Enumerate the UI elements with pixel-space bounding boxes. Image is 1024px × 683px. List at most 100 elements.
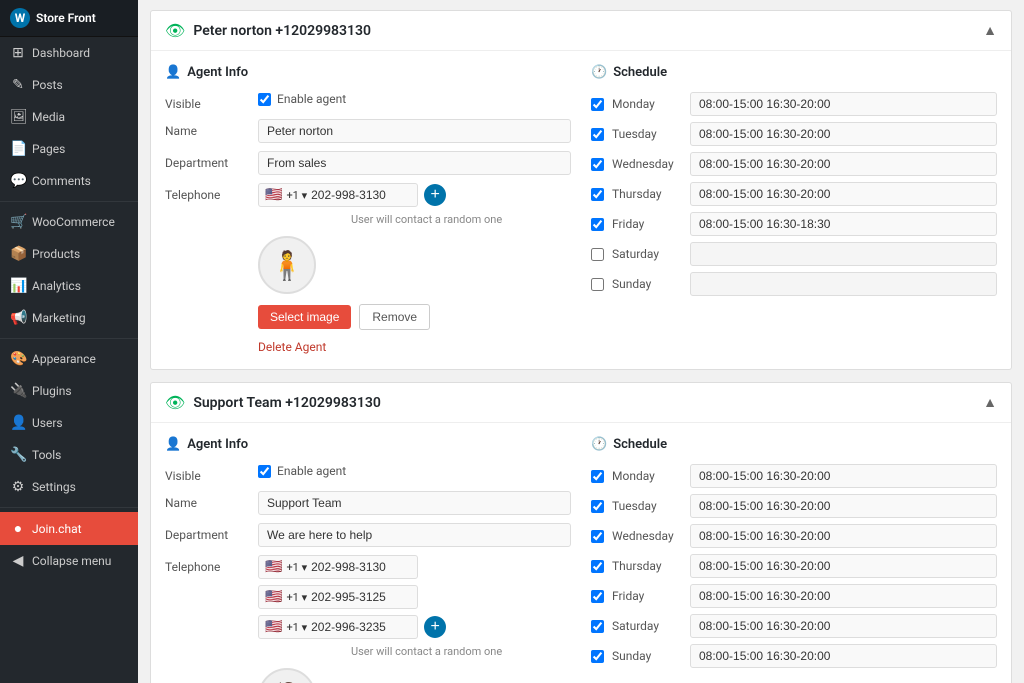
telephone-row-support: Telephone 🇺🇸 +1 ▾ 🇺🇸 — [165, 555, 571, 658]
thursday-label-peter: Thursday — [612, 187, 682, 201]
sidebar-label-joinchat: Join.chat — [32, 522, 82, 536]
department-input-peter[interactable] — [258, 151, 571, 175]
visible-label-support: Visible — [165, 464, 250, 483]
agent-header-title-peter: Peter norton +12029983130 — [193, 23, 371, 39]
friday-checkbox-peter[interactable] — [591, 218, 604, 231]
sidebar-item-media[interactable]: 🖼 Media — [0, 101, 138, 133]
wednesday-checkbox-support[interactable] — [591, 530, 604, 543]
remove-button-peter[interactable]: Remove — [359, 304, 430, 330]
sidebar-item-tools[interactable]: 🔧 Tools — [0, 439, 138, 471]
thursday-time-support[interactable] — [690, 554, 997, 578]
sidebar-item-dashboard[interactable]: ⊞ Dashboard — [0, 37, 138, 69]
schedule-row-friday-peter: Friday — [591, 212, 997, 236]
random-note-support: User will contact a random one — [351, 645, 502, 658]
site-header: W Store Front — [0, 0, 138, 37]
wednesday-checkbox-peter[interactable] — [591, 158, 604, 171]
phone-number-1-support[interactable] — [311, 560, 411, 574]
sidebar-item-posts[interactable]: ✎ Posts — [0, 69, 138, 101]
sidebar-item-settings[interactable]: ⚙ Settings — [0, 471, 138, 503]
analytics-icon: 📊 — [10, 278, 26, 294]
sidebar-item-comments[interactable]: 💬 Comments — [0, 165, 138, 197]
schedule-row-saturday-support: Saturday — [591, 614, 997, 638]
monday-time-support[interactable] — [690, 464, 997, 488]
marketing-icon: 📢 — [10, 310, 26, 326]
phone-number-2-support[interactable] — [311, 590, 411, 604]
tuesday-time-peter[interactable] — [690, 122, 997, 146]
visible-checkbox-row-peter: Enable agent — [258, 92, 346, 106]
department-row-support: Department — [165, 523, 571, 547]
wednesday-time-support[interactable] — [690, 524, 997, 548]
saturday-time-peter[interactable] — [690, 242, 997, 266]
schedule-section-title-peter: 🕐 Schedule — [591, 65, 997, 80]
saturday-checkbox-support[interactable] — [591, 620, 604, 633]
collapse-button-support[interactable]: ▲ — [983, 394, 997, 411]
collapse-button-peter[interactable]: ▲ — [983, 22, 997, 39]
saturday-checkbox-peter[interactable] — [591, 248, 604, 261]
phone-flag-input-1-peter: 🇺🇸 +1 ▾ — [258, 183, 418, 207]
friday-checkbox-support[interactable] — [591, 590, 604, 603]
tuesday-checkbox-peter[interactable] — [591, 128, 604, 141]
friday-time-support[interactable] — [690, 584, 997, 608]
sunday-checkbox-support[interactable] — [591, 650, 604, 663]
saturday-label-support: Saturday — [612, 619, 682, 633]
sunday-time-peter[interactable] — [690, 272, 997, 296]
phone-number-1-peter[interactable] — [311, 188, 411, 202]
sidebar-item-plugins[interactable]: 🔌 Plugins — [0, 375, 138, 407]
sidebar-item-collapse[interactable]: ◀ Collapse menu — [0, 545, 138, 577]
select-image-button-peter[interactable]: Select image — [258, 305, 351, 329]
phone-number-3-support[interactable] — [311, 620, 411, 634]
thursday-time-peter[interactable] — [690, 182, 997, 206]
name-input-support[interactable] — [258, 491, 571, 515]
main-content: 👁 Peter norton +12029983130 ▲ 👤 Agent In… — [138, 0, 1024, 683]
phone-row-1-support: 🇺🇸 +1 ▾ — [258, 555, 502, 579]
add-phone-button-peter[interactable]: + — [424, 184, 446, 206]
delete-agent-link-peter[interactable]: Delete Agent — [258, 340, 326, 354]
phone-flag-input-3-support: 🇺🇸 +1 ▾ — [258, 615, 418, 639]
wednesday-time-peter[interactable] — [690, 152, 997, 176]
sidebar-item-products[interactable]: 📦 Products — [0, 238, 138, 270]
sidebar-item-pages[interactable]: 📄 Pages — [0, 133, 138, 165]
tuesday-time-support[interactable] — [690, 494, 997, 518]
thursday-label-support: Thursday — [612, 559, 682, 573]
sidebar-item-marketing[interactable]: 📢 Marketing — [0, 302, 138, 334]
sidebar-item-analytics[interactable]: 📊 Analytics — [0, 270, 138, 302]
sunday-time-support[interactable] — [690, 644, 997, 668]
sidebar-divider-2 — [0, 338, 138, 339]
name-input-peter[interactable] — [258, 119, 571, 143]
sidebar-item-joinchat[interactable]: ● Join.chat — [0, 512, 138, 545]
sidebar-label-collapse: Collapse menu — [32, 554, 111, 568]
sidebar-item-appearance[interactable]: 🎨 Appearance — [0, 343, 138, 375]
phone-flag-input-2-support: 🇺🇸 +1 ▾ — [258, 585, 418, 609]
sidebar-item-users[interactable]: 👤 Users — [0, 407, 138, 439]
saturday-time-support[interactable] — [690, 614, 997, 638]
sunday-checkbox-peter[interactable] — [591, 278, 604, 291]
sunday-label-support: Sunday — [612, 649, 682, 663]
monday-checkbox-peter[interactable] — [591, 98, 604, 111]
add-phone-button-support[interactable]: + — [424, 616, 446, 638]
flag-us-1-support: 🇺🇸 — [265, 559, 282, 575]
thursday-checkbox-peter[interactable] — [591, 188, 604, 201]
thursday-checkbox-support[interactable] — [591, 560, 604, 573]
friday-time-peter[interactable] — [690, 212, 997, 236]
schedule-row-monday-peter: Monday — [591, 92, 997, 116]
enable-agent-checkbox-support[interactable] — [258, 465, 271, 478]
department-input-support[interactable] — [258, 523, 571, 547]
monday-time-peter[interactable] — [690, 92, 997, 116]
sidebar-label-woocommerce: WooCommerce — [32, 215, 115, 229]
users-icon: 👤 — [10, 415, 26, 431]
enable-agent-label-support: Enable agent — [277, 464, 346, 478]
schedule-row-wednesday-support: Wednesday — [591, 524, 997, 548]
telephone-label-support: Telephone — [165, 555, 250, 574]
tuesday-checkbox-support[interactable] — [591, 500, 604, 513]
tools-icon: 🔧 — [10, 447, 26, 463]
phone-row-1-peter: 🇺🇸 +1 ▾ + — [258, 183, 502, 207]
person-icon-support: 👤 — [165, 437, 181, 452]
agent-info-section-title-support: 👤 Agent Info — [165, 437, 571, 452]
monday-checkbox-support[interactable] — [591, 470, 604, 483]
enable-agent-checkbox-peter[interactable] — [258, 93, 271, 106]
schedule-row-sunday-peter: Sunday — [591, 272, 997, 296]
products-icon: 📦 — [10, 246, 26, 262]
sidebar-label-dashboard: Dashboard — [32, 46, 90, 60]
sidebar-item-woocommerce[interactable]: 🛒 WooCommerce — [0, 206, 138, 238]
phone-fields-peter: 🇺🇸 +1 ▾ + User will contact a random one — [258, 183, 502, 226]
